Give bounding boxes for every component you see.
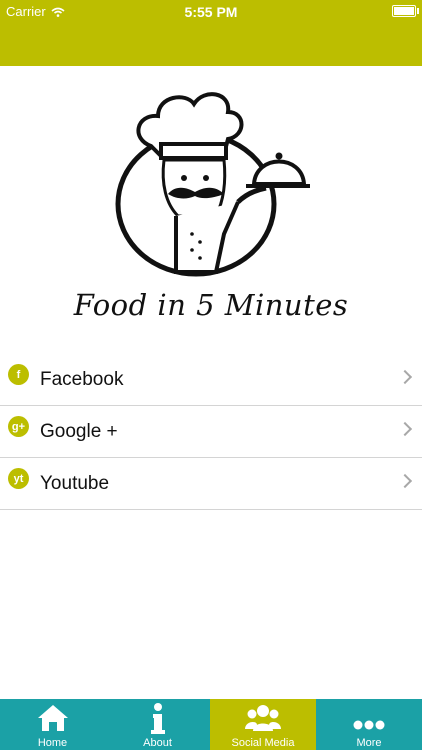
battery-level — [394, 7, 414, 15]
social-list: f Facebook g+ Google + yt Youtube — [0, 354, 422, 510]
youtube-icon: yt — [8, 468, 29, 489]
info-icon — [150, 703, 165, 734]
chevron-right-icon — [397, 421, 413, 437]
tab-label: More — [356, 737, 382, 749]
google-plus-icon: g+ — [8, 416, 29, 437]
social-label: Facebook — [40, 368, 124, 390]
tab-home[interactable]: Home — [0, 699, 105, 750]
brand-name: Food in 5 Minutes — [73, 288, 349, 322]
social-row-youtube[interactable]: yt Youtube — [0, 458, 422, 510]
facebook-icon: f — [8, 364, 29, 385]
tab-label: About — [143, 737, 172, 749]
battery-icon — [392, 5, 419, 17]
tab-social-media[interactable]: Social Media — [210, 699, 316, 750]
social-row-google-plus[interactable]: g+ Google + — [0, 406, 422, 458]
tab-label: Home — [37, 737, 68, 749]
tab-about[interactable]: About — [105, 699, 210, 750]
social-row-facebook[interactable]: f Facebook — [0, 354, 422, 406]
tab-bar: Home About Social Media More — [0, 699, 422, 750]
home-icon — [37, 705, 68, 731]
chevron-right-icon — [397, 369, 413, 385]
chevron-right-icon — [397, 473, 413, 489]
tab-label: Social Media — [231, 737, 295, 749]
users-icon — [245, 705, 281, 731]
status-bar: Carrier 5:55 PM — [0, 0, 422, 66]
social-label: Youtube — [40, 472, 110, 494]
chef-logo-icon — [115, 92, 310, 277]
status-time: 5:55 PM — [184, 4, 238, 20]
logo: Food in 5 Minutes — [0, 66, 422, 356]
tab-more[interactable]: More — [316, 699, 422, 750]
more-icon — [353, 720, 385, 730]
social-label: Google + — [40, 420, 118, 442]
